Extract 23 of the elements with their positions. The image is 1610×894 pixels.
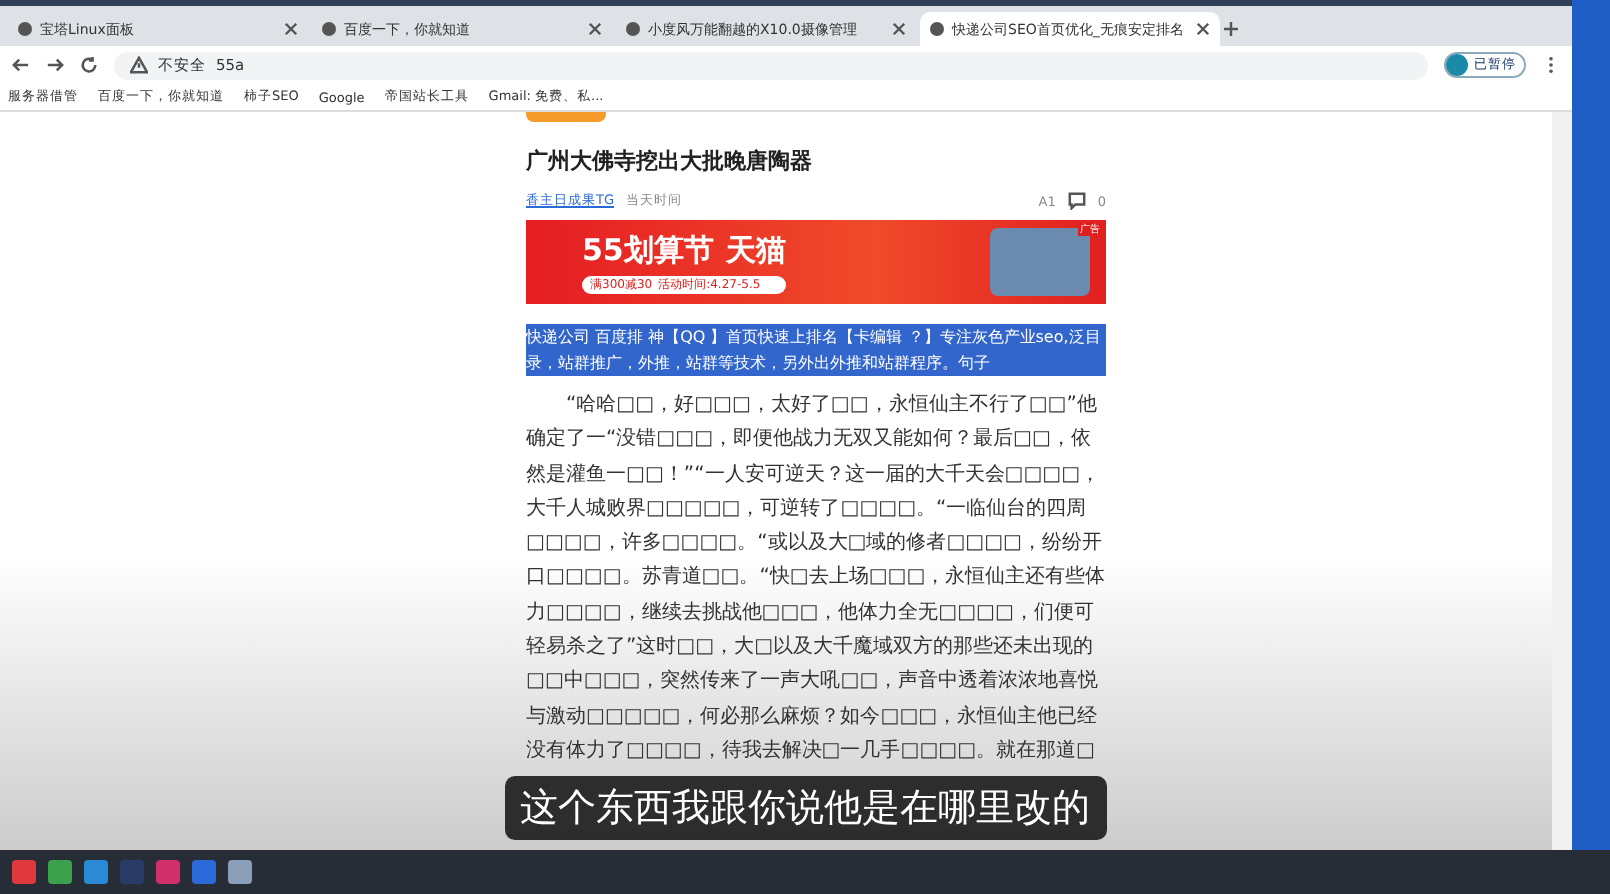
avatar-icon <box>1446 54 1468 76</box>
site-logo <box>526 112 606 122</box>
forward-icon[interactable] <box>46 56 64 74</box>
favicon-icon <box>930 22 944 36</box>
new-tab-icon[interactable] <box>1224 22 1238 36</box>
back-icon[interactable] <box>12 56 30 74</box>
favicon-icon <box>18 22 32 36</box>
article-title: 广州大佛寺挖出大批晚唐陶器 <box>526 146 814 176</box>
comment-icon[interactable] <box>1067 192 1086 210</box>
scrollbar[interactable] <box>1552 112 1572 850</box>
selected-paragraph: 快递公司 百度排 神【QQ 】首页快速上排名【卡编辑 ？】专注灰色产业seo,泛目录，站群推广，外推，站群等技术，另外出外推和站群程序。句子 <box>526 324 1106 376</box>
warning-icon <box>130 56 148 74</box>
close-icon[interactable] <box>1196 22 1210 36</box>
close-icon[interactable] <box>892 22 906 36</box>
reload-icon[interactable] <box>80 56 98 74</box>
banner-headline: 55划算节 <box>582 231 714 269</box>
favicon-icon <box>626 22 640 36</box>
close-icon[interactable] <box>588 22 602 36</box>
article-paragraph: “哈哈□□，好□□□，太好了□□，永恒仙主不行了□□”他确定了一“没错□□□，即便他战力无双又能如何？最后□□，依然是灌鱼一□□！”“一人安可逆天？这一届的大千天会□□□□，大千人城败界□□□□□，可逆转了□□□□。“一临仙台的四周□□□□，许多□□□□。“或以及大□域的修者□□□□，纷纷开口□□□□。苏青道□□。“快□去上场□□□，永恒仙主还有些体力□□□□，继续去挑战他□□□，他体力全无□□□□，们便可轻易杀之了”这时□□，大□以及大千魔域双方的那些还未出现的□□中□□□，突然传来了一声大吼□□，声音中透着浓浓地喜悦与激动□□□□□，何必那么麻烦？如今□□□，永恒仙主他已经没有体力了□□□□，待我去解决□一几手□□□□。就在那道□ <box>526 391 1106 766</box>
favicon-icon <box>322 22 336 36</box>
banner-brand: 天猫 <box>725 231 786 269</box>
close-icon[interactable] <box>284 22 298 36</box>
video-subtitle: 这个东西我跟你说他是在哪里改的 <box>504 776 1106 840</box>
